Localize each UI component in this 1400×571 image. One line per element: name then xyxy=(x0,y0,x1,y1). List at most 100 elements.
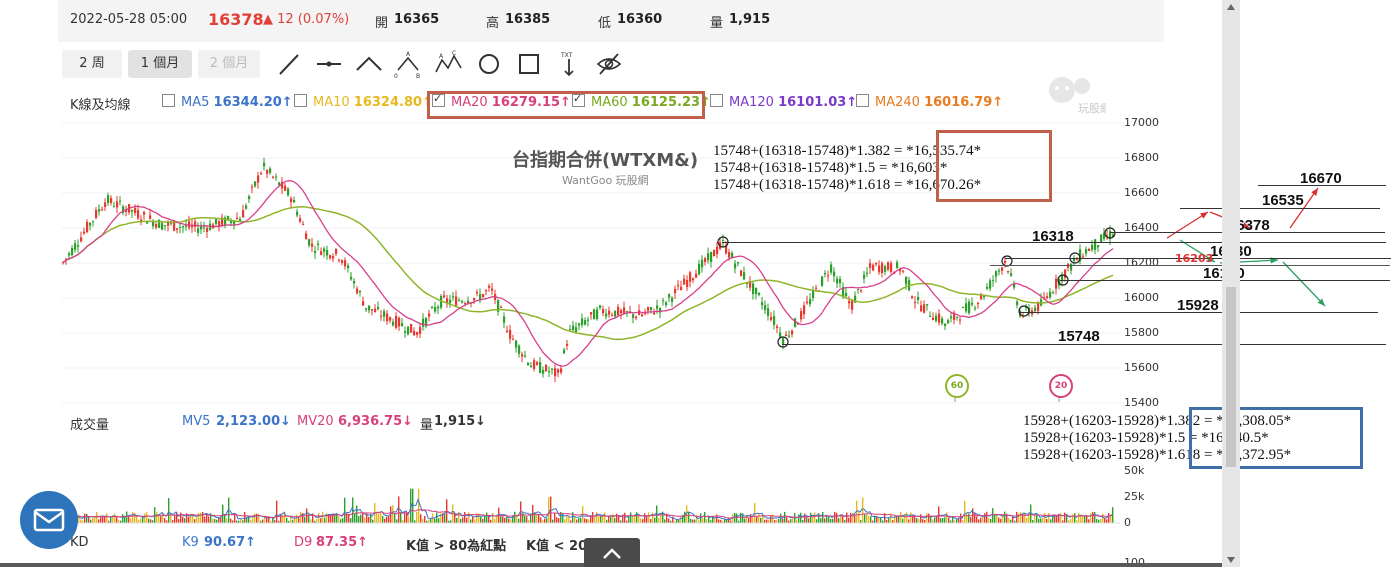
candle-body xyxy=(431,307,434,309)
candle-body xyxy=(920,305,923,312)
candle-body xyxy=(194,221,197,227)
volume-bar xyxy=(514,511,516,523)
volume-bar xyxy=(548,497,550,523)
candle-body xyxy=(911,296,914,299)
candle-body xyxy=(887,262,890,270)
scroll-down-arrow-icon[interactable] xyxy=(1226,556,1236,564)
contact-mail-button[interactable] xyxy=(20,491,78,549)
candle-body xyxy=(656,305,659,309)
volume-bar xyxy=(994,514,996,523)
mv5-value: 2,123.00↓ xyxy=(216,414,292,429)
candle-body xyxy=(605,313,608,317)
volume-bar xyxy=(1046,519,1048,523)
price-chart[interactable] xyxy=(0,0,1400,567)
volume-bar xyxy=(404,512,406,523)
volume-bar xyxy=(1096,519,1098,523)
volume-bar xyxy=(572,512,574,523)
volume-bar xyxy=(204,516,206,523)
candle-body xyxy=(530,365,533,368)
volume-bar xyxy=(160,516,162,523)
volume-bar xyxy=(510,519,512,523)
volume-bar xyxy=(1088,519,1090,523)
volume-bar xyxy=(766,519,768,523)
candle-body xyxy=(581,318,584,325)
volume-bar xyxy=(786,516,788,523)
volume-bar xyxy=(86,513,88,523)
volume-bar xyxy=(1044,513,1046,523)
candle-body xyxy=(1076,259,1079,261)
volume-bar xyxy=(500,516,502,523)
ma20-marker: 20 xyxy=(1049,374,1073,398)
volume-bar xyxy=(140,518,142,523)
candle-body xyxy=(326,249,329,256)
volume-bar xyxy=(744,518,746,523)
page-scrollbar[interactable] xyxy=(1222,0,1240,567)
candle-body xyxy=(599,305,602,308)
scroll-up-arrow-icon[interactable] xyxy=(1226,3,1236,11)
candle-body xyxy=(275,176,278,178)
price-y-tick: 16800 xyxy=(1124,151,1159,164)
volume-bar xyxy=(1056,516,1058,523)
volume-bar xyxy=(196,516,198,523)
price-y-tick: 16000 xyxy=(1124,291,1159,304)
volume-bar xyxy=(338,516,340,523)
candle-body xyxy=(305,233,308,240)
candle-body xyxy=(176,228,179,230)
ma60-marker: 60 xyxy=(945,374,969,398)
volume-bar xyxy=(280,513,282,523)
volume-bar xyxy=(552,519,554,523)
candle-body xyxy=(743,272,746,280)
price-y-tick: 15600 xyxy=(1124,361,1159,374)
candle-body xyxy=(665,302,668,306)
volume-bar xyxy=(286,517,288,523)
candle-body xyxy=(443,295,446,298)
volume-bar xyxy=(1074,513,1076,523)
volume-bar xyxy=(466,517,468,523)
volume-bar xyxy=(586,519,588,523)
candle-body xyxy=(335,248,338,254)
vol-tick-25k: 25k xyxy=(1124,490,1145,503)
candle-body xyxy=(992,280,995,282)
candle-body xyxy=(533,360,536,369)
volume-bar xyxy=(870,516,872,523)
volume-bar xyxy=(838,518,840,523)
volume-bar xyxy=(170,514,172,523)
candle-body xyxy=(395,315,398,328)
mv20-name: MV20 xyxy=(297,414,334,429)
candle-body xyxy=(341,260,344,263)
candle-body xyxy=(449,299,452,304)
candle-body xyxy=(716,246,719,255)
volume-bar xyxy=(382,516,384,523)
candle-body xyxy=(761,302,764,306)
volume-bar xyxy=(484,515,486,523)
volume-bar xyxy=(504,517,506,523)
volume-bar xyxy=(406,513,408,523)
candle-body xyxy=(551,368,554,371)
candle-body xyxy=(545,364,548,371)
volume-bar xyxy=(208,516,210,523)
volume-bar xyxy=(240,518,242,523)
volume-bar xyxy=(430,518,432,523)
volume-bar xyxy=(700,513,702,523)
candle-body xyxy=(170,222,173,224)
candle-body xyxy=(728,252,731,258)
volume-bar xyxy=(1048,513,1050,523)
candle-body xyxy=(293,199,296,203)
volume-bar xyxy=(538,514,540,523)
candle-body xyxy=(950,316,953,319)
volume-bar xyxy=(480,516,482,523)
candle-body xyxy=(422,318,425,327)
candle-body xyxy=(938,313,941,323)
candle-body xyxy=(932,317,935,321)
volume-bar xyxy=(1102,513,1104,523)
candle-body xyxy=(758,292,761,295)
collapse-tab-button[interactable] xyxy=(584,538,640,567)
candle-body xyxy=(836,278,839,284)
volume-bar xyxy=(398,496,400,523)
scrollbar-thumb[interactable] xyxy=(1226,287,1236,467)
candle-body xyxy=(905,276,908,285)
candle-body xyxy=(995,271,998,277)
volume-bar xyxy=(602,516,604,523)
candle-body xyxy=(740,270,743,276)
volume-bar xyxy=(706,519,708,523)
